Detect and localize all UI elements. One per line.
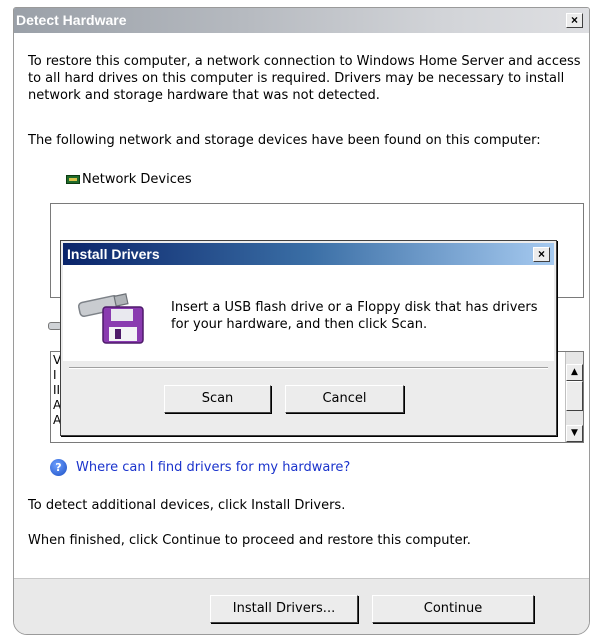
scan-button[interactable]: Scan (164, 385, 271, 413)
install-drivers-dialog: Install Drivers × Insert a USB flash dri… (60, 240, 557, 436)
dialog-title-bar[interactable]: Install Drivers × (63, 243, 554, 265)
continue-button[interactable]: Continue (372, 595, 534, 623)
dialog-title: Install Drivers (67, 246, 160, 262)
network-devices-label: Network Devices (82, 172, 192, 187)
scroll-thumb[interactable] (566, 381, 583, 411)
dialog-message: Insert a USB flash drive or a Floppy dis… (171, 300, 538, 332)
found-devices-text: The following network and storage device… (28, 133, 541, 148)
finish-instructions: When finished, click Continue to proceed… (28, 533, 471, 548)
cancel-button[interactable]: Cancel (285, 385, 404, 413)
dialog-close-button[interactable]: × (533, 247, 550, 262)
window-footer: Install Drivers... Continue (14, 578, 589, 634)
help-icon[interactable]: ? (50, 459, 67, 476)
scroll-down-button[interactable]: ▼ (566, 425, 583, 442)
title-bar[interactable]: Detect Hardware × (14, 8, 589, 33)
scroll-up-button[interactable]: ▲ (566, 364, 583, 381)
close-button[interactable]: × (566, 13, 583, 28)
network-card-icon (66, 175, 80, 184)
usb-floppy-icon (77, 293, 144, 344)
install-drivers-button[interactable]: Install Drivers... (210, 595, 358, 623)
vertical-scrollbar[interactable]: ▲ ▼ (565, 352, 583, 442)
intro-text: To restore this computer, a network conn… (28, 54, 581, 103)
dialog-separator (69, 367, 548, 369)
window-title: Detect Hardware (16, 12, 127, 28)
detect-instructions: To detect additional devices, click Inst… (28, 498, 346, 513)
help-link[interactable]: Where can I find drivers for my hardware… (76, 459, 350, 476)
